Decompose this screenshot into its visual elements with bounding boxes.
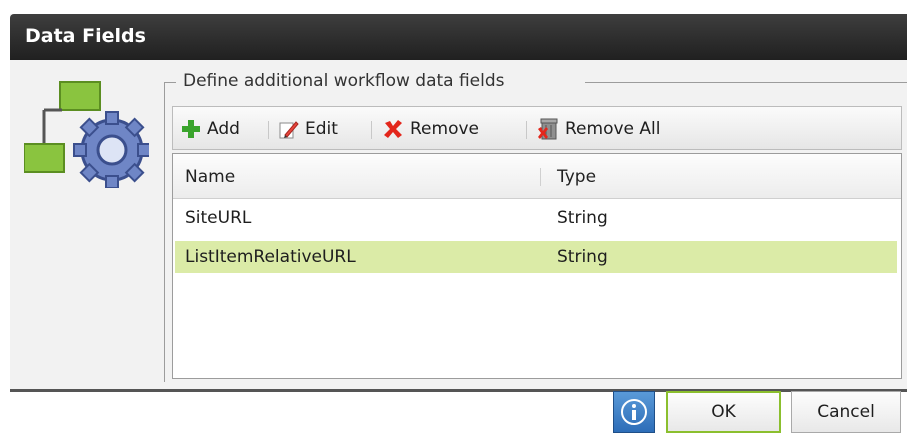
red-x-icon: [384, 120, 402, 138]
cell-type: String: [557, 247, 608, 267]
column-separator[interactable]: [540, 168, 541, 186]
remove-label: Remove: [410, 119, 479, 139]
workflow-data-icon: [24, 81, 149, 188]
toolbar: Add Edit Remove Remove All: [172, 106, 902, 150]
data-fields-grid[interactable]: Name Type SiteURL String ListItemRelativ…: [172, 153, 902, 379]
group-border: [585, 82, 907, 83]
cancel-label: Cancel: [817, 402, 875, 422]
window-title: Data Fields: [25, 25, 146, 47]
edit-label: Edit: [305, 119, 338, 139]
table-row[interactable]: SiteURL String: [175, 202, 897, 234]
remove-all-button[interactable]: Remove All: [537, 107, 660, 151]
group-legend: Define additional workflow data fields: [183, 71, 505, 91]
pencil-icon: [279, 121, 299, 139]
table-row-selected[interactable]: ListItemRelativeURL String: [175, 241, 897, 273]
group-border: [164, 82, 165, 382]
title-bar[interactable]: Data Fields: [10, 14, 907, 60]
ok-button[interactable]: OK: [666, 391, 781, 433]
add-button[interactable]: Add: [181, 107, 240, 151]
toolbar-separator: [371, 121, 372, 139]
toolbar-separator: [526, 121, 527, 139]
plus-icon: [182, 120, 200, 138]
cell-name: ListItemRelativeURL: [185, 247, 356, 267]
group-border: [164, 82, 176, 83]
grid-header: Name Type: [173, 154, 901, 199]
info-icon: [621, 399, 647, 425]
toolbar-separator: [268, 121, 269, 139]
trash-icon: [538, 118, 558, 140]
column-header-name[interactable]: Name: [185, 167, 235, 187]
ok-label: OK: [711, 402, 736, 422]
edit-button[interactable]: Edit: [279, 107, 338, 151]
cell-type: String: [557, 208, 608, 228]
cancel-button[interactable]: Cancel: [791, 391, 901, 433]
remove-all-label: Remove All: [565, 119, 661, 139]
column-header-type[interactable]: Type: [557, 167, 596, 187]
info-button[interactable]: [613, 391, 655, 433]
add-label: Add: [207, 119, 240, 139]
cell-name: SiteURL: [185, 208, 252, 228]
remove-button[interactable]: Remove: [382, 107, 479, 151]
